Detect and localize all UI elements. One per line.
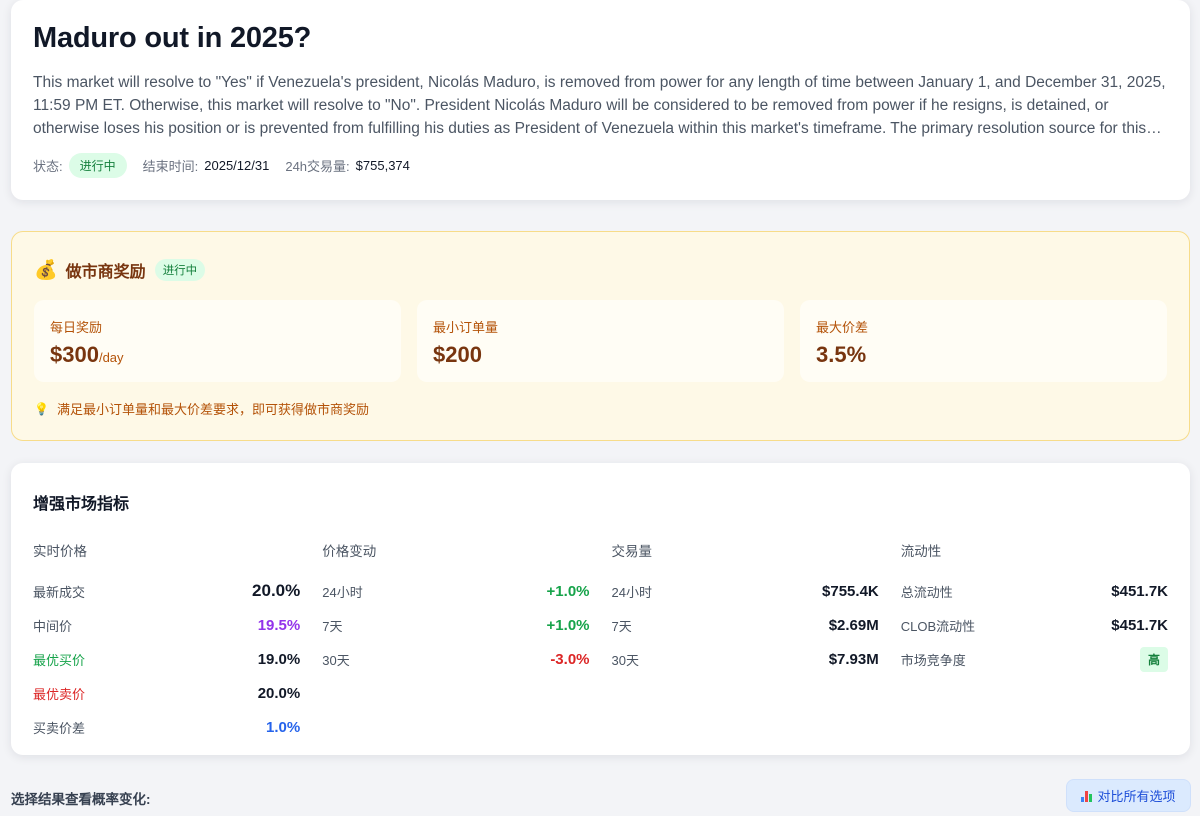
max-spread-box: 最大价差 3.5% <box>800 300 1167 382</box>
lightbulb-icon: 💡 <box>34 401 49 416</box>
metric-row-best-ask: 最优卖价 20.0% <box>33 676 300 710</box>
daily-reward-amount: $300 <box>50 342 99 367</box>
metric-value: $755.4K <box>822 582 879 600</box>
price-change-title: 价格变动 <box>322 544 377 559</box>
metrics-grid: 实时价格 最新成交 20.0% 中间价 19.5% 最优买价 19.0% 最优卖… <box>33 540 1168 744</box>
metric-value: 1.0% <box>266 718 301 736</box>
bar-chart-icon <box>1081 790 1093 802</box>
metric-row-spread: 买卖价差 1.0% <box>33 710 300 744</box>
metric-label: 7天 <box>322 618 343 634</box>
rewards-status-badge: 进行中 <box>154 259 206 281</box>
rewards-note: 💡 满足最小订单量和最大价差要求，即可获得做市商奖励 <box>34 399 1167 418</box>
min-order-value: $200 <box>433 342 482 367</box>
liquidity-title: 流动性 <box>900 544 942 559</box>
metric-label: 30天 <box>611 652 639 668</box>
metric-value: $7.93M <box>828 650 879 668</box>
metric-value: $2.69M <box>828 616 879 634</box>
metric-label: 24小时 <box>322 584 363 600</box>
rewards-note-text: 满足最小订单量和最大价差要求，即可获得做市商奖励 <box>56 402 369 417</box>
status-label: 状态: <box>33 159 63 174</box>
select-outcome-label: 选择结果查看概率变化: <box>11 792 151 807</box>
metric-value: -3.0% <box>550 650 590 668</box>
metric-row-competition: 市场竞争度 高 <box>901 642 1168 676</box>
rewards-title: 做市商奖励 <box>65 264 146 281</box>
max-spread-label: 最大价差 <box>816 320 869 335</box>
metric-row-last-trade: 最新成交 20.0% <box>33 574 300 608</box>
metric-value: 19.5% <box>257 616 301 634</box>
metric-row-total-liquidity: 总流动性 $451.7K <box>901 574 1168 608</box>
volume-24h-value: $755,374 <box>355 158 410 173</box>
price-change-column: 价格变动 24小时 +1.0% 7天 +1.0% 30天 -3.0% <box>322 540 589 744</box>
market-header-card: Maduro out in 2025? This market will res… <box>11 0 1190 200</box>
metric-value: $451.7K <box>1111 582 1168 600</box>
reward-boxes: 每日奖励 $300/day 最小订单量 $200 最大价差 3.5% <box>34 300 1167 382</box>
compare-button-label: 对比所有选项 <box>1097 789 1176 804</box>
market-maker-rewards-card: 💰 做市商奖励 进行中 每日奖励 $300/day 最小订单量 $200 最大价… <box>11 231 1190 441</box>
daily-reward-unit: /day <box>98 350 124 365</box>
metric-label: 总流动性 <box>900 584 953 600</box>
status-badge: 进行中 <box>68 153 127 178</box>
metric-label: 7天 <box>611 618 632 634</box>
metric-label: CLOB流动性 <box>900 618 976 634</box>
metric-row-change-30d: 30天 -3.0% <box>322 642 589 676</box>
metric-value: +1.0% <box>546 582 590 600</box>
daily-reward-value: $300/day <box>50 342 385 368</box>
metric-value: +1.0% <box>546 616 590 634</box>
market-meta-row: 状态: 进行中 结束时间: 2025/12/31 24h交易量: $755,37… <box>33 153 1168 178</box>
metric-value: 20.0% <box>257 684 301 702</box>
volume-24h-label: 24h交易量: <box>285 159 350 174</box>
volume-title: 交易量 <box>611 544 653 559</box>
daily-reward-box: 每日奖励 $300/day <box>34 300 401 382</box>
liquidity-column: 流动性 总流动性 $451.7K CLOB流动性 $451.7K 市场竞争度 高 <box>901 540 1168 744</box>
money-bag-icon: 💰 <box>34 259 58 281</box>
end-time-label: 结束时间: <box>142 159 199 174</box>
metric-value: 19.0% <box>257 650 301 668</box>
min-order-label: 最小订单量 <box>433 320 499 335</box>
market-description: This market will resolve to "Yes" if Ven… <box>33 74 1166 137</box>
metrics-title: 增强市场指标 <box>33 496 130 513</box>
metric-row-change-7d: 7天 +1.0% <box>322 608 589 642</box>
compare-all-options-button[interactable]: 对比所有选项 <box>1066 779 1191 812</box>
metric-row-best-bid: 最优买价 19.0% <box>33 642 300 676</box>
competition-badge: 高 <box>1139 646 1168 672</box>
realtime-price-title: 实时价格 <box>33 544 87 559</box>
metric-label: 30天 <box>322 652 350 668</box>
volume-column: 交易量 24小时 $755.4K 7天 $2.69M 30天 $7.93M <box>612 540 879 744</box>
market-title: Maduro out in 2025? <box>33 22 312 54</box>
metric-label: 最优买价 <box>33 652 86 668</box>
min-order-box: 最小订单量 $200 <box>417 300 784 382</box>
rewards-header: 💰 做市商奖励 进行中 <box>34 258 1167 282</box>
metric-label: 买卖价差 <box>33 720 86 736</box>
metric-label: 中间价 <box>33 618 73 634</box>
metric-label: 最新成交 <box>33 584 86 600</box>
daily-reward-label: 每日奖励 <box>50 320 103 335</box>
end-time-value: 2025/12/31 <box>204 158 270 173</box>
metric-label: 最优卖价 <box>33 686 86 702</box>
metric-row-change-24h: 24小时 +1.0% <box>322 574 589 608</box>
metric-row-clob-liquidity: CLOB流动性 $451.7K <box>901 608 1168 642</box>
max-spread-value: 3.5% <box>816 342 867 367</box>
realtime-price-column: 实时价格 最新成交 20.0% 中间价 19.5% 最优买价 19.0% 最优卖… <box>33 540 300 744</box>
metric-row-volume-24h: 24小时 $755.4K <box>612 574 879 608</box>
metric-label: 24小时 <box>611 584 652 600</box>
enhanced-metrics-card: 增强市场指标 实时价格 最新成交 20.0% 中间价 19.5% 最优买价 19… <box>11 463 1190 755</box>
metric-row-mid-price: 中间价 19.5% <box>33 608 300 642</box>
metric-value: 20.0% <box>252 581 301 600</box>
metric-label: 市场竞争度 <box>900 652 966 668</box>
metric-value: $451.7K <box>1111 616 1168 634</box>
metric-row-volume-7d: 7天 $2.69M <box>612 608 879 642</box>
metric-row-volume-30d: 30天 $7.93M <box>612 642 879 676</box>
